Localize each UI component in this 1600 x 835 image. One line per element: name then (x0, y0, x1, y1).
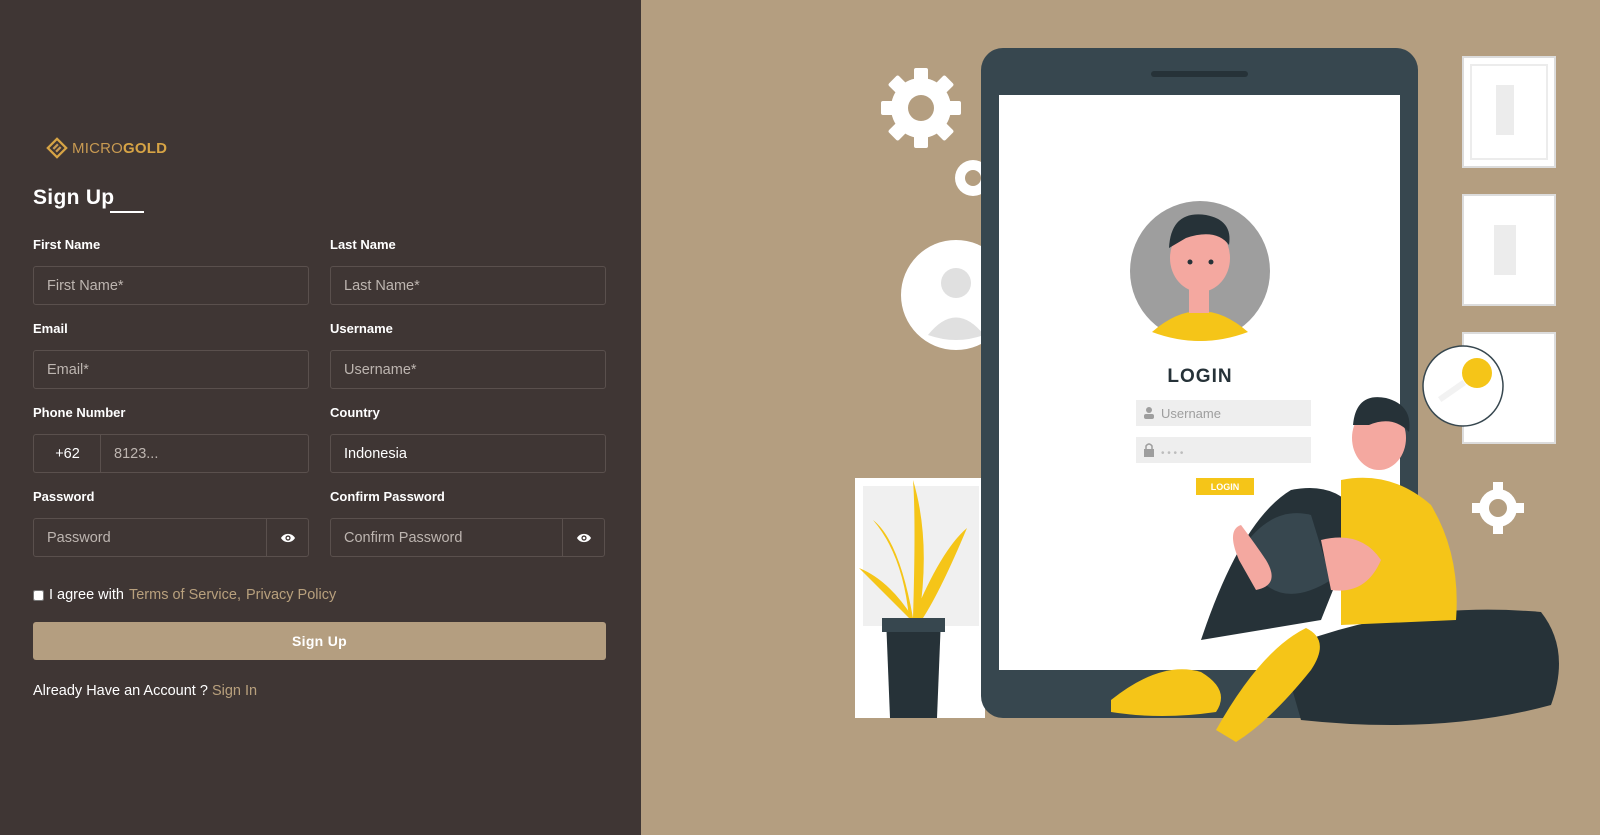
already-account: Already Have an Account ? Sign In (33, 683, 257, 699)
illustration-panel: LOGIN Username • • • • LOGIN (641, 0, 1600, 835)
gear-icon (881, 68, 961, 148)
agree-text: I agree with (49, 587, 124, 603)
sign-up-button[interactable]: Sign Up (33, 622, 606, 660)
terms-agreement: I agree with Terms of Service, Privacy P… (33, 587, 336, 603)
microgold-logo-icon (46, 137, 68, 159)
confirm-password-label: Confirm Password (330, 489, 445, 504)
country-label: Country (330, 405, 380, 420)
first-name-label: First Name (33, 237, 101, 252)
last-name-label: Last Name (330, 237, 396, 252)
already-text: Already Have an Account ? (33, 683, 208, 699)
phone-country-code[interactable]: +62 (33, 434, 101, 473)
phone-label: Phone Number (33, 405, 126, 420)
password-input[interactable] (33, 518, 267, 557)
brand-logo[interactable]: MICROGOLD (46, 137, 167, 159)
brand-name: MICROGOLD (72, 139, 168, 157)
illustration-login-heading: LOGIN (1167, 366, 1232, 387)
gear-icon (1472, 482, 1524, 534)
terms-checkbox[interactable] (33, 589, 44, 601)
country-input[interactable] (330, 434, 606, 473)
illustration-username-placeholder: Username (1161, 406, 1221, 421)
username-input[interactable] (330, 350, 606, 389)
confirm-password-visibility-toggle[interactable] (562, 518, 605, 557)
page-title: Sign Up (33, 186, 115, 209)
first-name-input[interactable] (33, 266, 309, 305)
illustration-password-dots: • • • • (1161, 448, 1184, 459)
signup-panel: MICROGOLD Sign Up First Name Last Name E… (0, 0, 641, 835)
illustration-login-button: LOGIN (1211, 482, 1240, 492)
confirm-password-input[interactable] (330, 518, 563, 557)
privacy-policy-link[interactable]: Privacy Policy (246, 587, 336, 603)
password-visibility-toggle[interactable] (266, 518, 309, 557)
title-underline (110, 211, 144, 213)
eye-icon (280, 533, 295, 542)
eye-icon (576, 533, 591, 542)
email-input[interactable] (33, 350, 309, 389)
key-icon (1422, 345, 1504, 427)
sign-in-link[interactable]: Sign In (212, 683, 257, 699)
username-label: Username (330, 321, 393, 336)
email-label: Email (33, 321, 68, 336)
login-illustration: LOGIN Username • • • • LOGIN (855, 48, 1559, 742)
password-label: Password (33, 489, 95, 504)
phone-input[interactable] (100, 434, 309, 473)
last-name-input[interactable] (330, 266, 606, 305)
terms-of-service-link[interactable]: Terms of Service, (129, 587, 241, 603)
